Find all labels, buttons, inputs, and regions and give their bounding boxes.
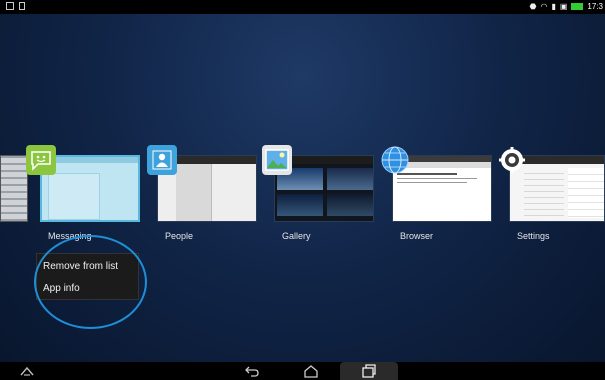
battery-icon bbox=[571, 3, 584, 10]
recent-app-label: Browser bbox=[400, 231, 434, 241]
messaging-icon bbox=[26, 145, 56, 175]
browser-icon bbox=[380, 145, 410, 175]
recent-app-gallery[interactable]: Gallery bbox=[262, 145, 374, 241]
recent-app-label: Gallery bbox=[282, 231, 311, 241]
highlight-circle bbox=[34, 235, 147, 329]
bluetooth-icon: ⬣ bbox=[529, 2, 537, 11]
status-bar: ⬣ ◠ ▮ ▣ 17:3 bbox=[0, 0, 605, 14]
screenshot-icon bbox=[6, 2, 14, 10]
recent-app-browser[interactable]: Browser bbox=[381, 146, 492, 241]
gallery-icon bbox=[262, 145, 292, 175]
recent-app-people[interactable]: People bbox=[147, 145, 257, 241]
settings-icon bbox=[497, 145, 527, 175]
recent-app-label: Settings bbox=[517, 231, 550, 241]
people-icon bbox=[147, 145, 177, 175]
clock: 17:3 bbox=[587, 2, 603, 11]
recent-app-label: People bbox=[165, 231, 194, 241]
partial-app-thumbnail[interactable] bbox=[0, 155, 28, 222]
asus-menu-icon[interactable] bbox=[17, 362, 37, 380]
recent-apps-icon[interactable] bbox=[340, 362, 398, 380]
navigation-bar bbox=[0, 362, 605, 380]
recent-app-messaging[interactable]: Messaging bbox=[26, 145, 140, 241]
file-icon bbox=[19, 2, 25, 10]
recent-app-settings[interactable]: Settings bbox=[499, 147, 605, 241]
back-icon[interactable] bbox=[241, 362, 263, 380]
signal-icon: ▮ bbox=[551, 2, 556, 11]
partial-app-card[interactable] bbox=[0, 155, 28, 222]
wifi-icon: ◠ bbox=[540, 2, 548, 11]
recent-apps-list: Messaging People Gallery Browser Setting… bbox=[0, 145, 605, 241]
home-icon[interactable] bbox=[300, 362, 322, 380]
notification-icon: ▣ bbox=[559, 2, 568, 11]
